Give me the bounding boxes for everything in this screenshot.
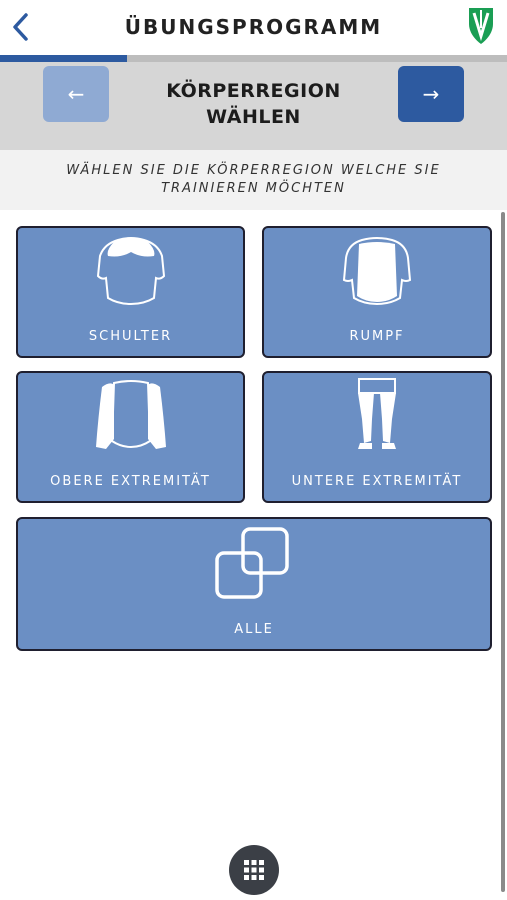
step-title-line1: KÖRPERREGION (166, 80, 341, 102)
page-title: ÜBUNGSPROGRAMM (124, 15, 383, 39)
instruction-text: WÄHLEN SIE DIE KÖRPERREGION WELCHE SIE T… (0, 150, 507, 210)
step-title-line2: WÄHLEN (206, 106, 301, 128)
brand-logo-icon (469, 8, 493, 44)
shoulder-icon (96, 237, 165, 306)
region-tile-shoulder[interactable]: SCHULTER (16, 226, 245, 358)
previous-step-button[interactable]: ← (43, 66, 109, 122)
region-tile-all[interactable]: ALLE (16, 517, 492, 651)
region-tile-lower-limbs[interactable]: UNTERE EXTREMITÄT (262, 371, 492, 503)
progress-fill (0, 55, 127, 62)
region-tile-torso[interactable]: RUMPF (262, 226, 492, 358)
torso-icon (342, 237, 412, 306)
lower-limbs-icon (358, 378, 396, 449)
region-label: OBERE EXTREMITÄT (50, 474, 211, 489)
scrollbar[interactable] (501, 212, 505, 892)
step-title: KÖRPERREGION WÄHLEN (130, 78, 377, 130)
region-label: RUMPF (349, 329, 405, 344)
step-header: ← KÖRPERREGION WÄHLEN → (0, 62, 507, 150)
upper-limbs-icon (95, 380, 166, 449)
arrow-left-icon: ← (67, 82, 85, 106)
grid-menu-button[interactable] (229, 845, 279, 895)
next-step-button[interactable]: → (398, 66, 464, 122)
region-label: UNTERE EXTREMITÄT (291, 474, 463, 489)
arrow-right-icon: → (422, 82, 440, 106)
instruction-label: WÄHLEN SIE DIE KÖRPERREGION WELCHE SIE T… (66, 163, 441, 196)
region-label: ALLE (234, 622, 274, 637)
region-tile-upper-limbs[interactable]: OBERE EXTREMITÄT (16, 371, 245, 503)
overlapping-squares-icon (215, 527, 289, 599)
progress-bar (0, 55, 507, 62)
region-label: SCHULTER (88, 329, 173, 344)
grid-menu-icon (244, 860, 264, 880)
app-header: ÜBUNGSPROGRAMM (0, 0, 507, 56)
